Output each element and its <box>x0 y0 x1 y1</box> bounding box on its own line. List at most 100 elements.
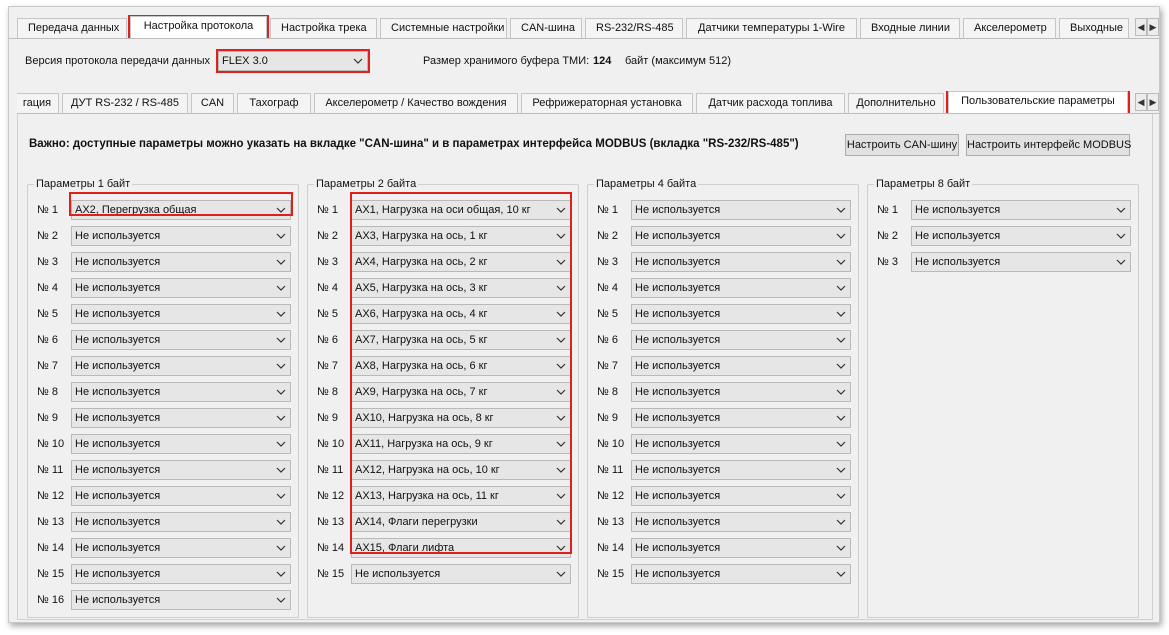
tab-input-lines[interactable]: Входные линии <box>860 18 960 38</box>
param-select[interactable]: AX13, Нагрузка на ось, 11 кг <box>351 486 571 506</box>
param-select[interactable]: Не используется <box>71 460 291 480</box>
param-select[interactable]: Не используется <box>631 564 851 584</box>
setup-modbus-button[interactable]: Настроить интерфейс MODBUS <box>966 134 1131 156</box>
param-select[interactable]: Не используется <box>631 356 851 376</box>
subtab-refrigerator[interactable]: Рефрижераторная установка <box>521 93 693 113</box>
param-select[interactable]: Не используется <box>71 408 291 428</box>
param-select[interactable]: Не используется <box>631 408 851 428</box>
param-select[interactable]: AX11, Нагрузка на ось, 9 кг <box>351 434 571 454</box>
scroll-left-icon[interactable]: ◀ <box>1135 18 1147 36</box>
group-2-byte: Параметры 2 байта № 1 AX1, Нагрузка на ос… <box>307 177 579 618</box>
scroll-right-icon[interactable]: ▶ <box>1147 93 1159 111</box>
sub-tab-scroll: ◀ ▶ <box>1135 93 1159 111</box>
param-select[interactable]: Не используется <box>631 252 851 272</box>
subtab-navigation[interactable]: гация <box>17 93 59 113</box>
tab-data-transfer[interactable]: Передача данных <box>17 18 127 38</box>
tab-rs232-rs485[interactable]: RS-232/RS-485 <box>585 18 683 38</box>
param-number: № 2 <box>597 230 618 242</box>
param-select[interactable]: Не используется <box>71 356 291 376</box>
param-select[interactable]: Не используется <box>71 434 291 454</box>
subtab-fuel-flow[interactable]: Датчик расхода топлива <box>696 93 845 113</box>
param-select[interactable]: Не используется <box>631 486 851 506</box>
param-select-value: Не используется <box>75 594 161 606</box>
param-select[interactable]: Не используется <box>71 538 291 558</box>
param-select-value: AX10, Нагрузка на ось, 8 кг <box>355 412 494 424</box>
param-select[interactable]: Не используется <box>631 460 851 480</box>
param-select[interactable]: AX7, Нагрузка на ось, 5 кг <box>351 330 571 350</box>
tab-track-settings[interactable]: Настройка трека <box>270 18 377 38</box>
scroll-left-icon[interactable]: ◀ <box>1135 93 1147 111</box>
param-select[interactable]: Не используется <box>71 382 291 402</box>
param-select[interactable]: Не используется <box>351 564 571 584</box>
param-select[interactable]: Не используется <box>71 590 291 610</box>
param-select[interactable]: AX5, Нагрузка на ось, 3 кг <box>351 278 571 298</box>
param-select[interactable]: Не используется <box>631 434 851 454</box>
chevron-down-icon <box>276 305 286 323</box>
param-select[interactable]: Не используется <box>631 330 851 350</box>
param-select[interactable]: AX6, Нагрузка на ось, 4 кг <box>351 304 571 324</box>
param-select[interactable]: Не используется <box>71 564 291 584</box>
subtab-additional[interactable]: Дополнительно <box>848 93 944 113</box>
param-select[interactable]: Не используется <box>631 512 851 532</box>
subtab-fuel-level-rs[interactable]: ДУТ RS-232 / RS-485 <box>62 93 188 113</box>
tab-protocol-settings[interactable]: Настройка протокола <box>128 15 269 38</box>
param-select[interactable]: Не используется <box>911 226 1131 246</box>
param-select-value: AX9, Нагрузка на ось, 7 кг <box>355 386 488 398</box>
param-select[interactable]: Не используется <box>631 382 851 402</box>
param-select[interactable]: AX1, Нагрузка на оси общая, 10 кг <box>351 200 571 220</box>
param-number: № 4 <box>37 282 58 294</box>
param-select[interactable]: AX10, Нагрузка на ось, 8 кг <box>351 408 571 428</box>
param-number: № 11 <box>597 464 624 476</box>
param-select[interactable]: Не используется <box>71 512 291 532</box>
subtab-driving-quality[interactable]: Акселерометр / Качество вождения <box>314 93 518 113</box>
tab-accelerometer[interactable]: Акселерометр <box>963 18 1056 38</box>
param-select[interactable]: AX4, Нагрузка на ось, 2 кг <box>351 252 571 272</box>
param-number: № 13 <box>37 516 65 528</box>
param-select[interactable]: AX8, Нагрузка на ось, 6 кг <box>351 356 571 376</box>
param-select-value: AX1, Нагрузка на оси общая, 10 кг <box>355 204 531 216</box>
param-select[interactable]: AX9, Нагрузка на ось, 7 кг <box>351 382 571 402</box>
subtab-tachograph[interactable]: Тахограф <box>237 93 311 113</box>
chevron-down-icon <box>556 305 566 323</box>
chevron-down-icon <box>276 253 286 271</box>
tab-1wire-temp[interactable]: Датчики температуры 1-Wire <box>686 18 857 38</box>
param-number: № 15 <box>37 568 65 580</box>
param-select[interactable]: AX15, Флаги лифта <box>351 538 571 558</box>
chevron-down-icon <box>836 383 846 401</box>
tab-outputs[interactable]: Выходные <box>1059 18 1129 38</box>
param-select[interactable]: Не используется <box>71 226 291 246</box>
param-select-value: Не используется <box>635 438 721 450</box>
param-select-value: Не используется <box>355 568 441 580</box>
scroll-right-icon[interactable]: ▶ <box>1147 18 1159 36</box>
param-number: № 10 <box>597 438 625 450</box>
param-select[interactable]: Не используется <box>631 304 851 324</box>
param-select[interactable]: Не используется <box>631 226 851 246</box>
param-select-value: Не используется <box>75 568 161 580</box>
tab-can-bus[interactable]: CAN-шина <box>510 18 582 38</box>
chevron-down-icon <box>836 409 846 427</box>
param-select[interactable]: AX3, Нагрузка на ось, 1 кг <box>351 226 571 246</box>
param-select[interactable]: Не используется <box>71 252 291 272</box>
subtab-can[interactable]: CAN <box>191 93 234 113</box>
param-select[interactable]: Не используется <box>71 278 291 298</box>
param-select[interactable]: Не используется <box>911 252 1131 272</box>
param-select[interactable]: AX14, Флаги перегрузки <box>351 512 571 532</box>
param-select[interactable]: AX12, Нагрузка на ось, 10 кг <box>351 460 571 480</box>
param-select[interactable]: Не используется <box>911 200 1131 220</box>
param-select[interactable]: Не используется <box>631 538 851 558</box>
param-select[interactable]: Не используется <box>631 200 851 220</box>
param-number: № 9 <box>597 412 618 424</box>
chevron-down-icon <box>276 227 286 245</box>
subtab-user-params[interactable]: Пользовательские параметры <box>946 91 1130 113</box>
chevron-down-icon <box>836 539 846 557</box>
param-select[interactable]: AX2, Перегрузка общая <box>71 200 291 220</box>
protocol-version-select[interactable]: FLEX 3.0 <box>216 49 370 73</box>
param-select[interactable]: Не используется <box>71 486 291 506</box>
tab-system-settings[interactable]: Системные настройки <box>380 18 507 38</box>
param-select[interactable]: Не используется <box>71 304 291 324</box>
chevron-down-icon <box>1116 253 1126 271</box>
param-select[interactable]: Не используется <box>631 278 851 298</box>
param-select[interactable]: Не используется <box>71 330 291 350</box>
setup-can-button[interactable]: Настроить CAN-шину <box>845 134 959 156</box>
param-select-value: Не используется <box>635 230 721 242</box>
